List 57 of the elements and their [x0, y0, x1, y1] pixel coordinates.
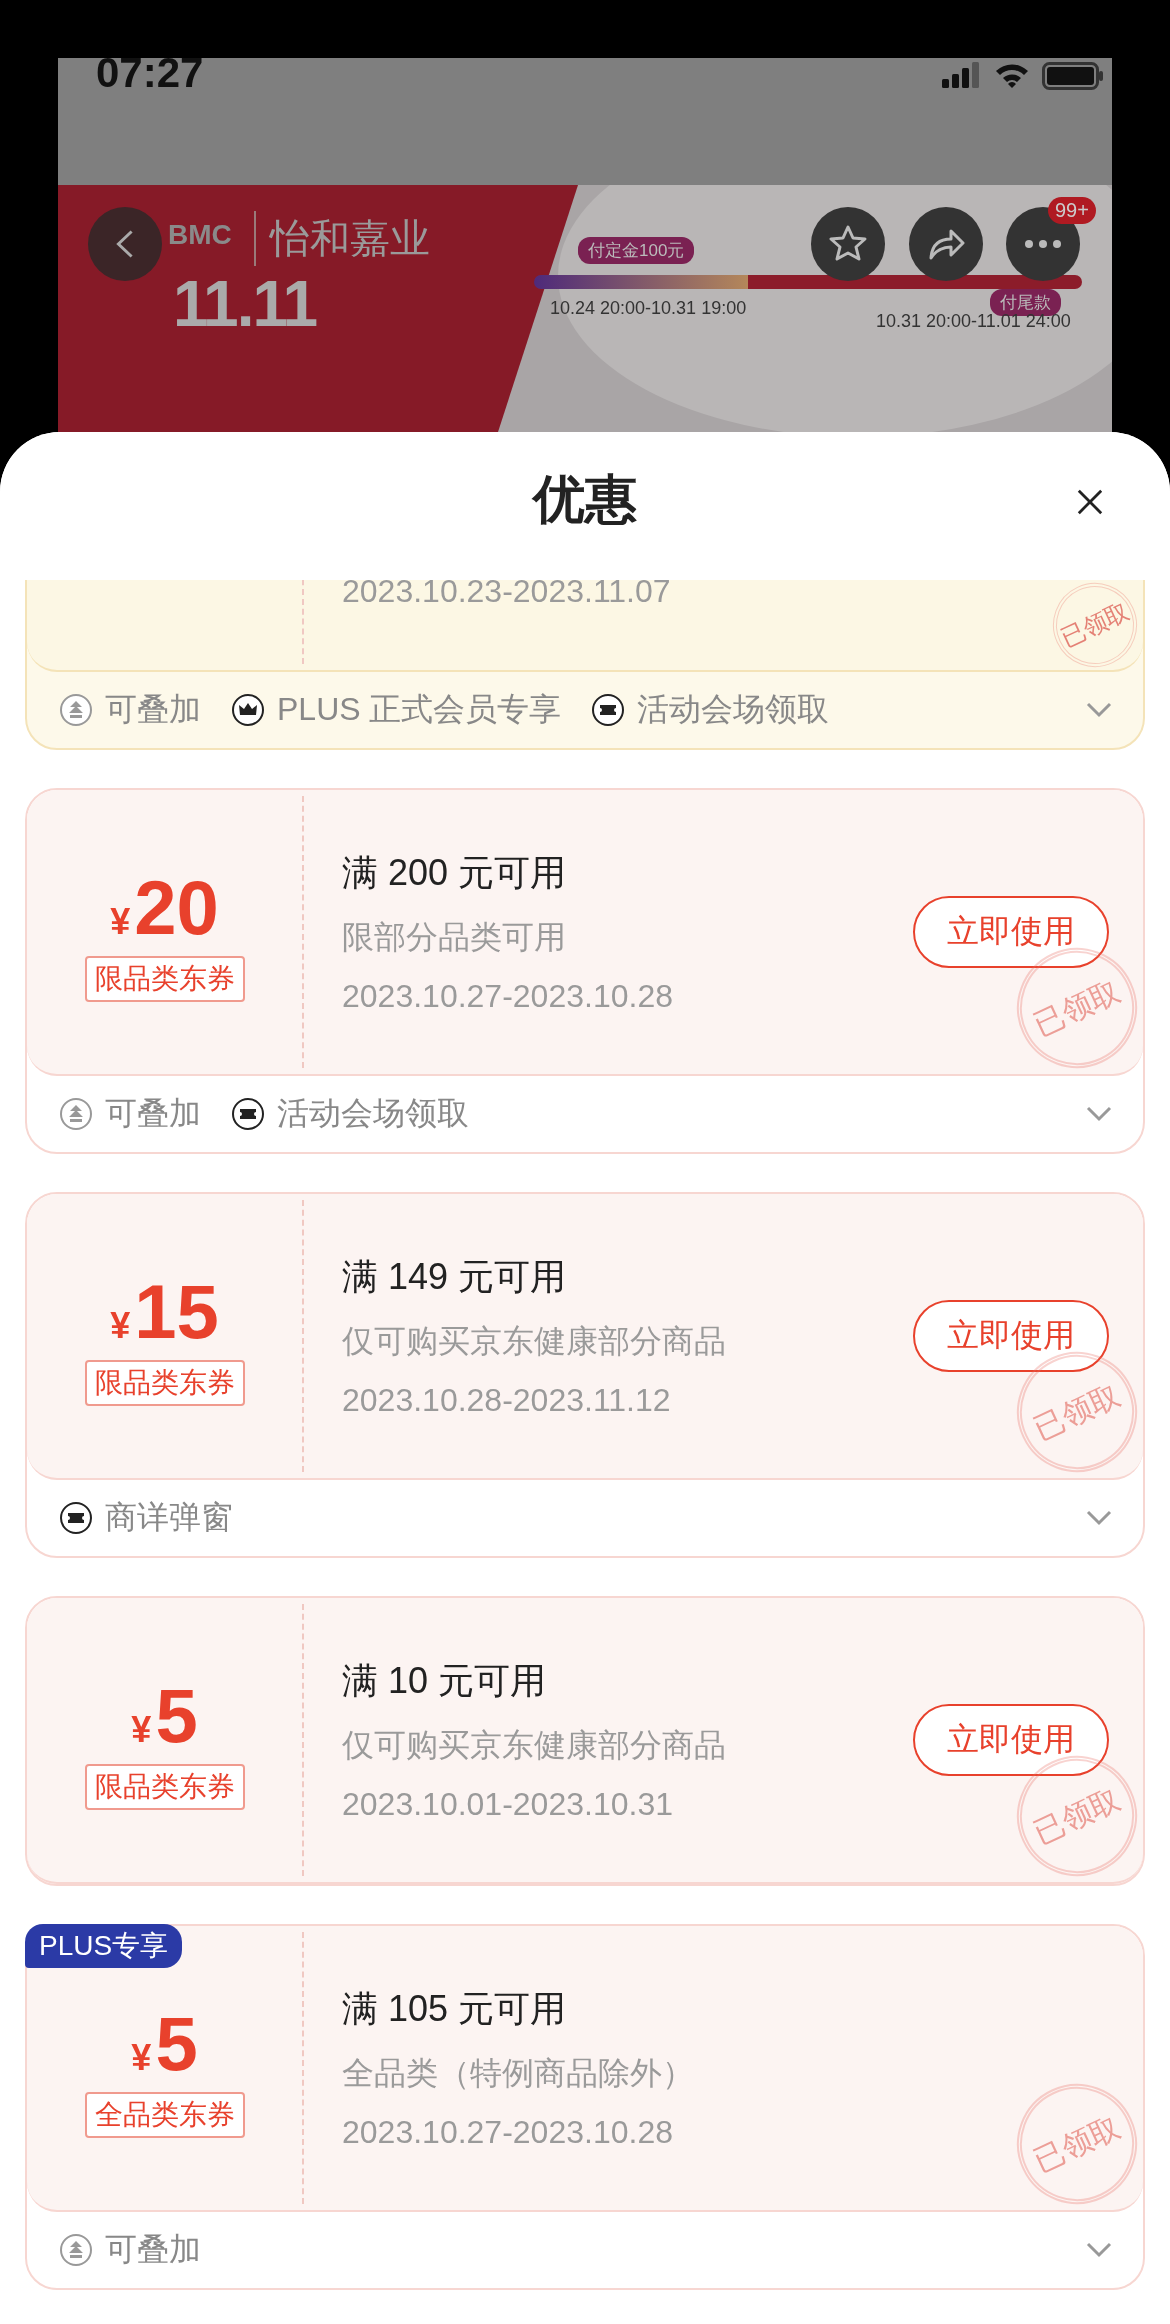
status-time: 07:27 [96, 52, 204, 94]
ticket-icon [59, 1501, 93, 1535]
coupon-dates: 2023.10.27-2023.10.28 [342, 978, 673, 1015]
chevron-icon[interactable] [1085, 1509, 1113, 1527]
coupon-amount: ¥15 [110, 1274, 219, 1350]
battery-icon [1042, 62, 1104, 90]
use-button[interactable]: 立即使用 [913, 896, 1109, 968]
coupon-tag: 商详弹窗 [105, 1496, 233, 1540]
coupon-tag: 可叠加 [105, 1092, 201, 1136]
ticket-icon [591, 693, 626, 727]
coupon-amount: ¥20 [110, 870, 219, 946]
promo-banner[interactable]: BMC 怡和嘉业 11.11 付定金100元 10.24 20:00-10.31 19:00 付尾款 10.31 20:00-11.01 24:00 99+ [58, 185, 1112, 432]
plus-badge: PLUS专享 [25, 1924, 183, 1968]
coupon-condition: 满 149 元可用 [342, 1255, 567, 1299]
crown-icon [231, 693, 265, 727]
coupon-type: 全品类东券 [84, 2092, 245, 2138]
chevron-icon[interactable] [1085, 1105, 1113, 1123]
coupon-tag: 可叠加 [105, 2228, 201, 2272]
close-icon [1076, 488, 1104, 516]
coupon-scope: 全品类（特例商品除外） [342, 2054, 694, 2093]
coupon-amount: ¥5 [131, 2006, 198, 2082]
use-button[interactable]: 立即使用 [913, 1300, 1109, 1372]
ticket-icon [231, 1097, 265, 1131]
chevron-icon[interactable] [1085, 701, 1113, 719]
coupon-scope: 限部分品类可用 [342, 918, 566, 957]
brand-logo: BMC [168, 219, 232, 251]
chevron-icon[interactable] [1085, 2241, 1113, 2259]
stack-icon [59, 2233, 93, 2267]
wifi-icon [994, 62, 1030, 88]
coupon-dates: 2023.10.27-2023.10.28 [342, 2114, 673, 2151]
coupon-condition: 满 105 元可用 [342, 1987, 567, 2031]
coupon-condition: 满 10 元可用 [342, 1659, 547, 1703]
step-period: 10.24 20:00-10.31 19:00 [550, 298, 747, 319]
coupon-amount: ¥5 [131, 1678, 198, 1754]
coupon-type: 限品类东券 [84, 1764, 245, 1810]
sheet-title: 优惠 [533, 469, 637, 530]
event-logo: 11.11 [173, 267, 317, 341]
coupon-scope: 仅可购买京东健康部分商品 [342, 1726, 726, 1765]
stack-icon [59, 1097, 93, 1131]
coupon-tag: 可叠加 [105, 688, 201, 732]
brand-name: 怡和嘉业 [254, 211, 430, 266]
signal-icon [942, 62, 982, 88]
stack-icon [59, 693, 93, 727]
coupon-type: 限品类东券 [84, 956, 245, 1002]
step-label: 付定金100元 [578, 237, 695, 264]
more-icon [1023, 239, 1063, 249]
coupon-scope: 仅可购买京东健康部分商品 [342, 1322, 726, 1361]
coupon-dates: 2023.10.28-2023.11.12 [342, 1382, 671, 1419]
coupon-type: 限品类东券 [84, 1360, 245, 1406]
coupon-dates: 2023.10.23-2023.11.07 [342, 580, 671, 610]
coupon-tag: 活动会场领取 [637, 688, 830, 732]
notification-badge: 99+ [1048, 197, 1096, 224]
coupon-condition: 满 200 元可用 [342, 851, 567, 895]
coupon-tag: 活动会场领取 [277, 1092, 469, 1136]
use-button[interactable]: 立即使用 [913, 1704, 1109, 1776]
coupon-tag: PLUS 正式会员专享 [277, 688, 562, 732]
coupon-dates: 2023.10.01-2023.10.31 [342, 1786, 673, 1823]
